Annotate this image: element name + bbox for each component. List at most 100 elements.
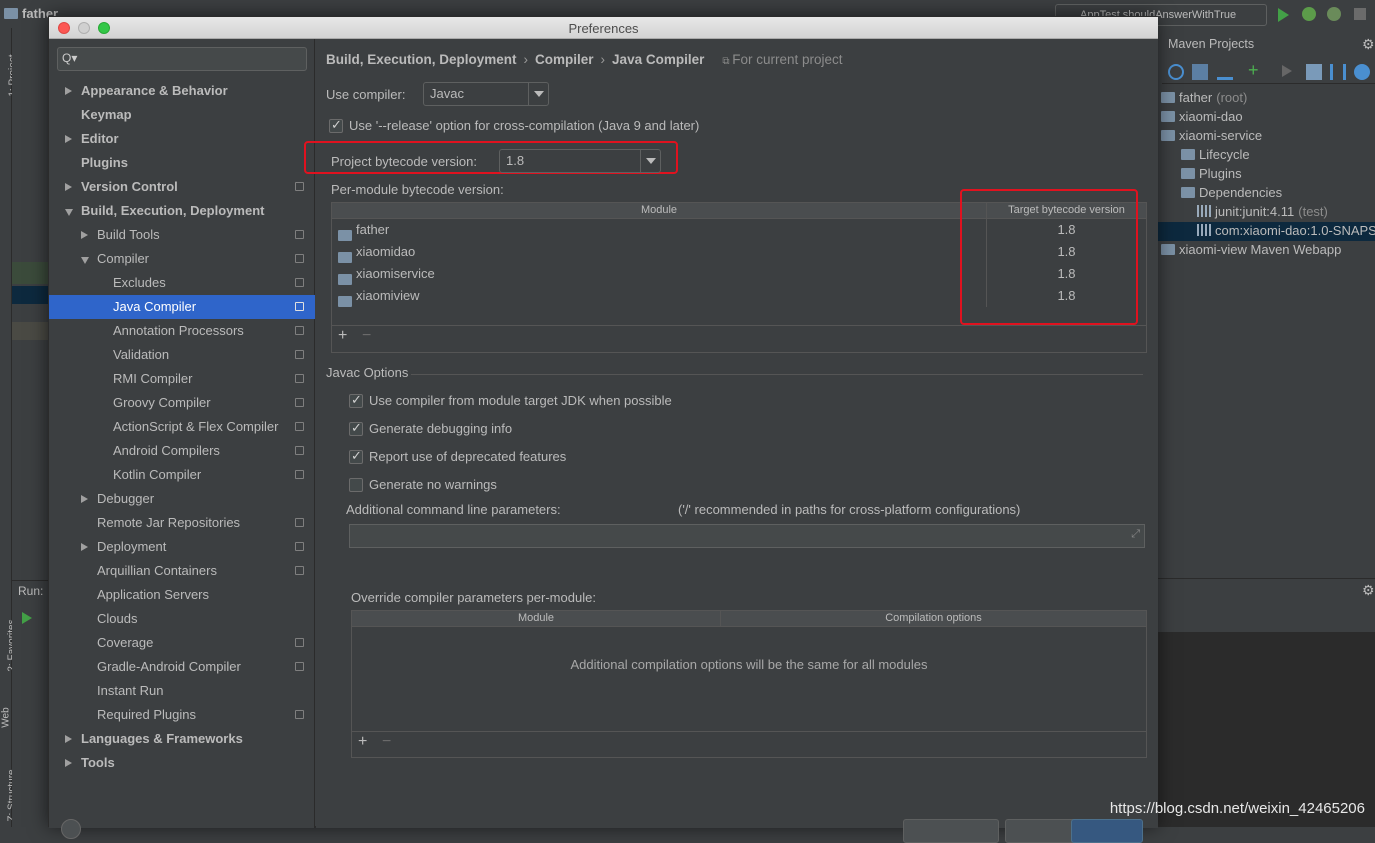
add-module-button[interactable]: + bbox=[338, 327, 347, 345]
javac-option-checkbox[interactable] bbox=[349, 448, 363, 464]
sidebar-item-plugins[interactable]: Plugins bbox=[49, 151, 315, 175]
chevron-down-icon[interactable] bbox=[81, 257, 89, 264]
add-icon[interactable]: + bbox=[1248, 60, 1259, 80]
crumb-compiler[interactable]: Compiler bbox=[535, 52, 594, 67]
crumb-build[interactable]: Build, Execution, Deployment bbox=[326, 52, 517, 67]
sidebar-item-clouds[interactable]: Clouds bbox=[49, 607, 315, 631]
sidebar-item-remote-jar-repositories[interactable]: Remote Jar Repositories bbox=[49, 511, 315, 535]
maven-tree-item[interactable]: Plugins bbox=[1181, 166, 1242, 181]
gear-icon[interactable]: ⚙ bbox=[1362, 582, 1375, 599]
sidebar-item-appearance-behavior[interactable]: Appearance & Behavior bbox=[49, 79, 315, 103]
coverage-icon[interactable] bbox=[1327, 7, 1341, 21]
sidebar-item-application-servers[interactable]: Application Servers bbox=[49, 583, 315, 607]
chevron-down-icon[interactable] bbox=[65, 209, 73, 216]
toggle-offline-icon[interactable] bbox=[1330, 64, 1346, 80]
chevron-right-icon[interactable] bbox=[65, 759, 72, 767]
release-option-checkbox[interactable] bbox=[329, 117, 343, 133]
sidebar-item-coverage[interactable]: Coverage bbox=[49, 631, 315, 655]
sidebar-item-rmi-compiler[interactable]: RMI Compiler bbox=[49, 367, 315, 391]
project-scope-icon bbox=[295, 638, 304, 647]
sidebar-item-label: Instant Run bbox=[97, 683, 164, 698]
project-scope-icon bbox=[295, 422, 304, 431]
chevron-right-icon[interactable] bbox=[81, 543, 88, 551]
sidebar-item-instant-run[interactable]: Instant Run bbox=[49, 679, 315, 703]
project-scope-icon bbox=[295, 230, 304, 239]
web-tab[interactable]: Web bbox=[1, 707, 12, 727]
maven-tree-item[interactable]: Lifecycle bbox=[1181, 147, 1250, 162]
refresh-icon[interactable] bbox=[1168, 64, 1184, 80]
project-scope-icon bbox=[295, 254, 304, 263]
column-module[interactable]: Module bbox=[332, 203, 986, 218]
chevron-right-icon[interactable] bbox=[65, 87, 72, 95]
expand-icon[interactable]: ⤢ bbox=[1131, 528, 1140, 541]
javac-option-checkbox[interactable] bbox=[349, 478, 363, 492]
folder-icon bbox=[1181, 187, 1195, 198]
maven-tree-item[interactable]: xiaomi-dao bbox=[1161, 109, 1243, 124]
sidebar-item-compiler[interactable]: Compiler bbox=[49, 247, 315, 271]
ok-button[interactable] bbox=[1071, 819, 1143, 843]
maven-tree-item[interactable]: com:xiaomi-dao:1.0-SNAPSHOT bbox=[1197, 223, 1375, 238]
maven-item-label: father bbox=[1179, 90, 1213, 105]
sidebar-item-label: Coverage bbox=[97, 635, 154, 650]
chevron-right-icon[interactable] bbox=[81, 231, 88, 239]
sidebar-item-actionscript-flex-compiler[interactable]: ActionScript & Flex Compiler bbox=[49, 415, 315, 439]
maven-tree-item[interactable]: xiaomi-view Maven Webapp bbox=[1161, 242, 1341, 257]
sidebar-item-annotation-processors[interactable]: Annotation Processors bbox=[49, 319, 315, 343]
maven-tree-item[interactable]: Dependencies bbox=[1181, 185, 1282, 200]
crumb-java-compiler: Java Compiler bbox=[612, 52, 705, 67]
sidebar-item-build-execution-deployment[interactable]: Build, Execution, Deployment bbox=[49, 199, 315, 223]
sidebar-item-debugger[interactable]: Debugger bbox=[49, 487, 315, 511]
project-scope-icon bbox=[295, 566, 304, 575]
additional-params-input[interactable]: ⤢ bbox=[349, 524, 1145, 548]
sidebar-item-tools[interactable]: Tools bbox=[49, 751, 315, 775]
sidebar-item-kotlin-compiler[interactable]: Kotlin Compiler bbox=[49, 463, 315, 487]
sidebar-item-excludes[interactable]: Excludes bbox=[49, 271, 315, 295]
sidebar-item-deployment[interactable]: Deployment bbox=[49, 535, 315, 559]
run-maven-icon[interactable] bbox=[1282, 65, 1292, 77]
javac-option-checkbox[interactable] bbox=[349, 420, 363, 436]
skip-tests-icon[interactable] bbox=[1354, 64, 1370, 80]
sidebar-item-editor[interactable]: Editor bbox=[49, 127, 315, 151]
column-module[interactable]: Module bbox=[352, 611, 720, 626]
bytecode-version-select[interactable]: 1.8 bbox=[499, 149, 661, 173]
column-compilation-options[interactable]: Compilation options bbox=[720, 611, 1146, 626]
add-override-button[interactable]: + bbox=[358, 733, 367, 751]
javac-option-checkbox[interactable] bbox=[349, 392, 363, 408]
debug-icon[interactable] bbox=[1302, 7, 1316, 21]
maven-tree-item[interactable]: father (root) bbox=[1161, 90, 1247, 105]
chevron-right-icon[interactable] bbox=[81, 495, 88, 503]
run-icon[interactable] bbox=[1278, 8, 1289, 22]
maven-tree-item[interactable]: xiaomi-service bbox=[1161, 128, 1262, 143]
chevron-right-icon[interactable] bbox=[65, 183, 72, 191]
sidebar-item-label: RMI Compiler bbox=[113, 371, 193, 386]
help-button[interactable] bbox=[61, 819, 81, 839]
remove-override-button[interactable]: − bbox=[382, 733, 391, 751]
settings-search-input[interactable]: Q▾ bbox=[57, 47, 307, 71]
chevron-right-icon[interactable] bbox=[65, 735, 72, 743]
sidebar-item-groovy-compiler[interactable]: Groovy Compiler bbox=[49, 391, 315, 415]
download-icon[interactable] bbox=[1217, 64, 1233, 80]
chevron-right-icon[interactable] bbox=[65, 135, 72, 143]
sidebar-item-gradle-android-compiler[interactable]: Gradle-Android Compiler bbox=[49, 655, 315, 679]
stop-icon[interactable] bbox=[1354, 8, 1366, 20]
generate-sources-icon[interactable] bbox=[1192, 64, 1208, 80]
sidebar-item-keymap[interactable]: Keymap bbox=[49, 103, 315, 127]
sidebar-item-arquillian-containers[interactable]: Arquillian Containers bbox=[49, 559, 315, 583]
execute-goal-icon[interactable] bbox=[1306, 64, 1322, 80]
sidebar-item-required-plugins[interactable]: Required Plugins bbox=[49, 703, 315, 727]
gear-icon[interactable]: ⚙ bbox=[1362, 36, 1375, 53]
sidebar-item-validation[interactable]: Validation bbox=[49, 343, 315, 367]
maven-tree-item[interactable]: junit:junit:4.11 (test) bbox=[1197, 204, 1328, 219]
javac-option-label: Use compiler from module target JDK when… bbox=[369, 393, 672, 408]
cancel-button[interactable] bbox=[903, 819, 999, 843]
remove-module-button[interactable]: − bbox=[362, 327, 371, 345]
sidebar-item-build-tools[interactable]: Build Tools bbox=[49, 223, 315, 247]
sidebar-item-version-control[interactable]: Version Control bbox=[49, 175, 315, 199]
sidebar-item-label: Groovy Compiler bbox=[113, 395, 211, 410]
sidebar-item-android-compilers[interactable]: Android Compilers bbox=[49, 439, 315, 463]
sidebar-item-languages-frameworks[interactable]: Languages & Frameworks bbox=[49, 727, 315, 751]
sidebar-item-java-compiler[interactable]: Java Compiler bbox=[49, 295, 315, 319]
module-name: xiaomidao bbox=[356, 244, 416, 259]
rerun-icon[interactable] bbox=[22, 612, 32, 624]
use-compiler-select[interactable]: Javac bbox=[423, 82, 549, 106]
